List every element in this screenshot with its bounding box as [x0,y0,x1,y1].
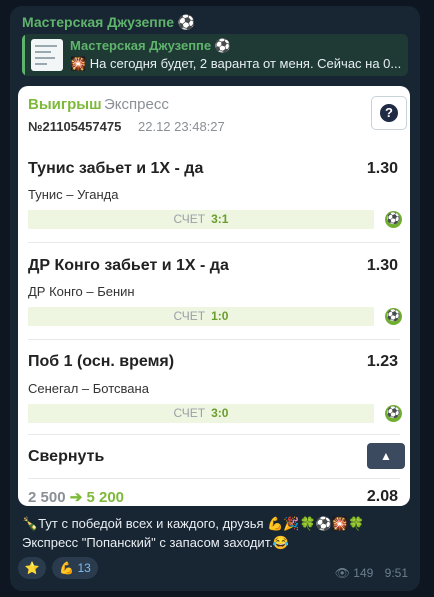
bet-odd: 1.23 [366,353,398,370]
bet-match: Тунис – Уганда [28,187,119,202]
divider [28,339,400,340]
reply-author: Мастерская Джузеппе ⚽ [70,38,231,53]
bet-match: ДР Конго – Бенин [28,284,135,299]
divider [28,242,400,243]
channel-name[interactable]: Мастерская Джузеппе ⚽ [22,14,195,31]
stake-amount: 2 500 ➔ 5 200 [28,489,125,506]
divider [28,478,400,479]
reply-text: 🎇 На сегодня будет, 2 варанта от меня. С… [70,56,402,71]
bet-title: Поб 1 (осн. время) [28,353,175,370]
bet-odd: 1.30 [366,160,398,177]
arrow-right-icon: ➔ [69,489,83,506]
total-odd: 2.08 [366,488,398,505]
reply-thumbnail [31,39,63,71]
divider [28,434,400,435]
bet-odd: 1.30 [366,257,398,274]
score-value: 3:0 [211,406,229,420]
soccer-ball-icon: ⚽ [385,405,402,422]
ticket-status: Выигрыш [28,96,102,113]
ticket-type: Экспресс [104,96,169,113]
reply-accent-bar [22,34,25,76]
eye-icon: 👁 [334,566,350,580]
soccer-ball-icon: ⚽ [385,308,402,325]
reaction-count: 13 [77,561,91,575]
soccer-ball-icon: ⚽ [385,211,402,228]
score-bar: СЧЕТ 3:1 [28,210,374,229]
bet-match: Сенегал – Ботсвана [28,381,149,396]
star-icon: ⭐ [24,561,40,575]
muscle-icon: 💪 [59,561,75,575]
bet-title: Тунис забьет и 1Х - да [28,160,204,177]
reply-preview[interactable]: Мастерская Джузеппе ⚽ 🎇 На сегодня будет… [22,34,408,76]
message-line: Экспресс "Попанский" с запасом заходит.😂 [22,535,290,550]
message-meta: 👁 149 9:51 [335,566,408,580]
score-value: 3:1 [211,212,229,226]
question-icon: ? [380,104,398,122]
message-bubble: Мастерская Джузеппе ⚽ Мастерская Джузепп… [10,6,420,591]
message-text: 🍾Тут с победой всех и каждого, друзья 💪🎉… [22,514,408,552]
payout-amount: 5 200 [86,489,125,506]
score-bar: СЧЕТ 1:0 [28,307,374,326]
score-value: 1:0 [211,309,229,323]
message-time: 9:51 [384,566,408,580]
ticket-date: 22.12 23:48:27 [138,119,225,134]
message-line: 🍾Тут с победой всех и каждого, друзья 💪🎉… [22,516,365,531]
collapse-label[interactable]: Свернуть [28,448,104,466]
reaction-muscle[interactable]: 💪 13 [52,557,98,579]
score-bar: СЧЕТ 3:0 [28,404,374,423]
reaction-star[interactable]: ⭐ [18,557,46,579]
bet-title: ДР Конго забьет и 1Х - да [28,257,229,274]
collapse-button[interactable]: ▲ [367,443,405,469]
chevron-up-icon: ▲ [380,449,392,463]
view-count: 149 [353,566,374,580]
bet-ticket-card: Выигрыш Экспресс №21105457475 22.12 23:4… [18,86,410,506]
ticket-number: №21105457475 [28,119,122,134]
help-button[interactable]: ? [371,96,407,130]
